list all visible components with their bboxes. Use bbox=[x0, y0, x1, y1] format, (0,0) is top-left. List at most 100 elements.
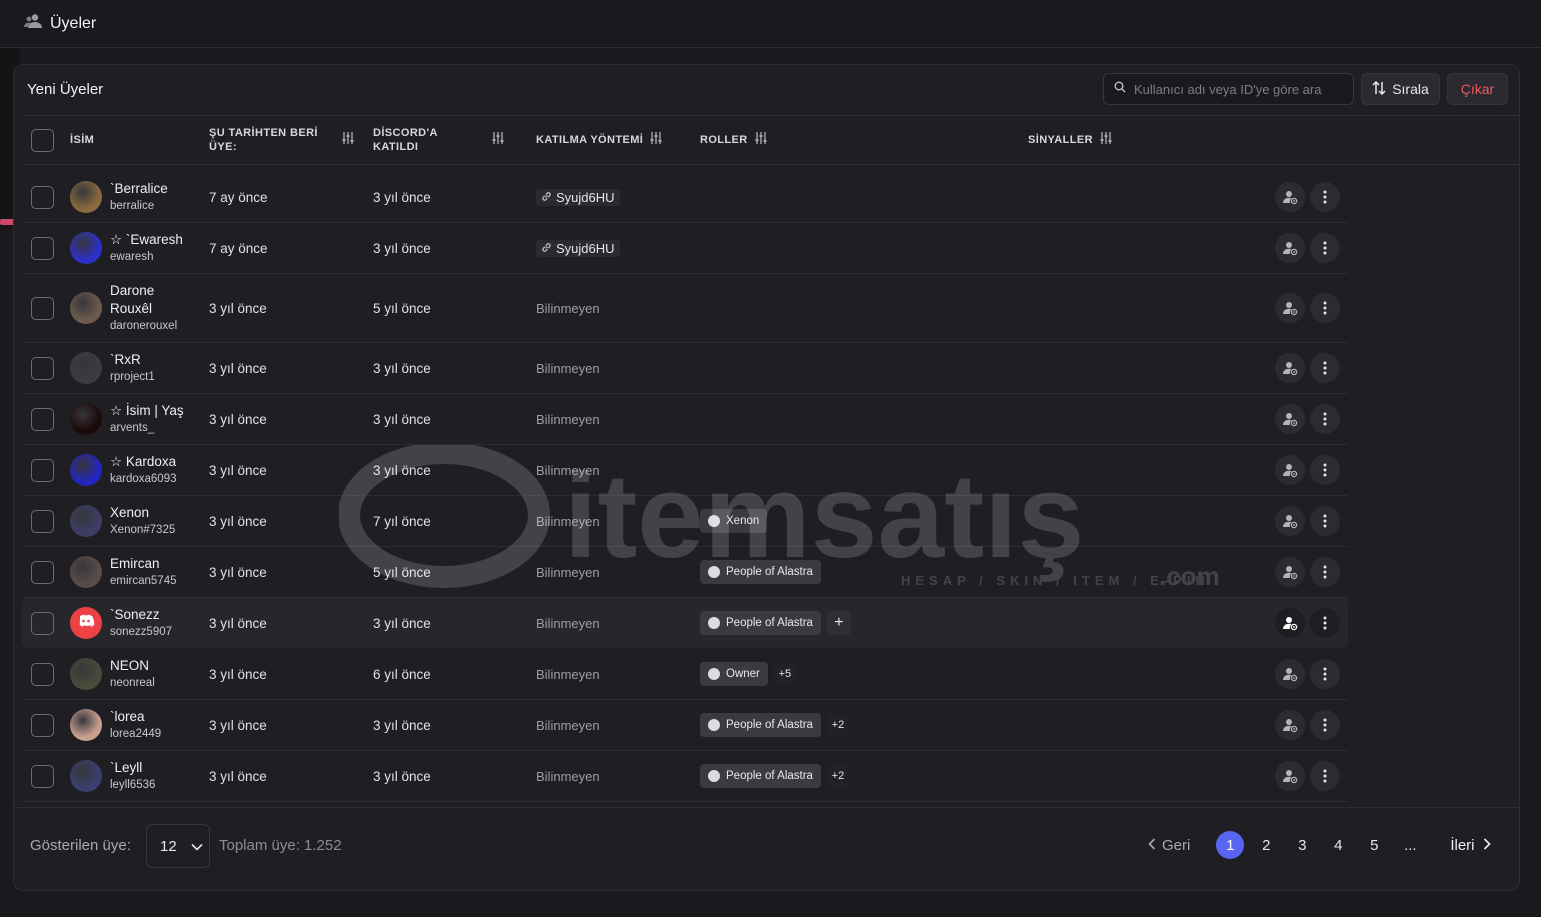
user-settings-icon[interactable] bbox=[1275, 659, 1305, 689]
user-settings-icon[interactable] bbox=[1275, 557, 1305, 587]
user-settings-icon[interactable] bbox=[1275, 293, 1305, 323]
kebab-menu-icon[interactable] bbox=[1310, 404, 1340, 434]
invite-code[interactable]: Syujd6HU bbox=[536, 239, 620, 257]
role-badge[interactable]: People of Alastra bbox=[700, 764, 821, 788]
row-checkbox[interactable] bbox=[31, 713, 54, 737]
row-checkbox[interactable] bbox=[31, 356, 54, 380]
member-display-name[interactable]: Emircan bbox=[110, 555, 160, 573]
kebab-menu-icon[interactable] bbox=[1310, 233, 1340, 263]
table-row[interactable]: Emircan emircan5745 3 yıl önce 5 yıl önce Bi… bbox=[22, 547, 1348, 598]
user-settings-icon[interactable] bbox=[1275, 455, 1305, 485]
page-button[interactable]: 4 bbox=[1324, 831, 1352, 859]
row-checkbox[interactable] bbox=[31, 560, 54, 584]
member-display-name[interactable]: `lorea bbox=[110, 708, 145, 726]
kebab-menu-icon[interactable] bbox=[1310, 761, 1340, 791]
kebab-menu-icon[interactable] bbox=[1310, 557, 1340, 587]
sliders-icon[interactable] bbox=[491, 131, 505, 149]
select-all-checkbox[interactable] bbox=[31, 128, 54, 152]
avatar[interactable] bbox=[70, 505, 102, 537]
table-row[interactable]: ☆ `Ewaresh ewaresh 7 ay önce 3 yıl önce Syuj… bbox=[22, 223, 1348, 274]
table-row[interactable]: `Leyll leyll6536 3 yıl önce 3 yıl önce Bilin… bbox=[22, 751, 1348, 802]
page-button[interactable]: 5 bbox=[1360, 831, 1388, 859]
more-roles-count[interactable]: +5 bbox=[773, 663, 796, 685]
sliders-icon[interactable] bbox=[649, 131, 663, 149]
user-settings-icon[interactable] bbox=[1275, 233, 1305, 263]
table-row[interactable]: `RxR rproject1 3 yıl önce 3 yıl önce Bilinme… bbox=[22, 343, 1348, 394]
member-display-name[interactable]: ☆ `Ewaresh bbox=[110, 231, 183, 249]
sliders-icon[interactable] bbox=[754, 131, 768, 149]
invite-code[interactable]: Syujd6HU bbox=[536, 188, 620, 206]
user-settings-icon[interactable] bbox=[1275, 506, 1305, 536]
more-roles-count[interactable]: +2 bbox=[826, 714, 849, 736]
role-badge[interactable]: People of Alastra bbox=[700, 560, 821, 584]
avatar[interactable] bbox=[70, 709, 102, 741]
avatar[interactable] bbox=[70, 403, 102, 435]
table-row[interactable]: `Berralice berralice 7 ay önce 3 yıl önce Sy… bbox=[22, 172, 1348, 223]
user-settings-icon[interactable] bbox=[1275, 608, 1305, 638]
sliders-icon[interactable] bbox=[341, 131, 355, 149]
user-settings-icon[interactable] bbox=[1275, 353, 1305, 383]
col-joined-discord[interactable]: DİSCORD'A KATILDI bbox=[373, 116, 505, 164]
row-checkbox[interactable] bbox=[31, 236, 54, 260]
next-page-button[interactable]: İleri bbox=[1450, 837, 1491, 854]
member-display-name[interactable]: `Berralice bbox=[110, 180, 168, 198]
kebab-menu-icon[interactable] bbox=[1310, 659, 1340, 689]
user-settings-icon[interactable] bbox=[1275, 761, 1305, 791]
avatar[interactable] bbox=[70, 658, 102, 690]
member-display-name[interactable]: Xenon bbox=[110, 504, 149, 522]
col-join-method[interactable]: KATILMA YÖNTEMİ bbox=[536, 116, 663, 164]
page-button[interactable]: 3 bbox=[1288, 831, 1316, 859]
member-display-name[interactable]: `Sonezz bbox=[110, 606, 160, 624]
role-badge[interactable]: Xenon bbox=[700, 509, 768, 533]
kebab-menu-icon[interactable] bbox=[1310, 710, 1340, 740]
kebab-menu-icon[interactable] bbox=[1310, 608, 1340, 638]
row-checkbox[interactable] bbox=[31, 296, 54, 320]
kebab-menu-icon[interactable] bbox=[1310, 506, 1340, 536]
avatar[interactable] bbox=[70, 292, 102, 324]
remove-button[interactable]: Çıkar bbox=[1447, 73, 1508, 105]
avatar[interactable] bbox=[70, 232, 102, 264]
row-checkbox[interactable] bbox=[31, 458, 54, 482]
search-input[interactable] bbox=[1134, 81, 1344, 97]
more-roles-count[interactable]: +2 bbox=[826, 765, 849, 787]
table-row[interactable]: NEON neonreal 3 yıl önce 6 yıl önce Bilinmey… bbox=[22, 649, 1348, 700]
table-row[interactable]: Xenon Xenon#7325 3 yıl önce 7 yıl önce Bilin… bbox=[22, 496, 1348, 547]
table-row[interactable]: ☆ İsim | Yaş arvents_ 3 yıl önce 3 yıl önce… bbox=[22, 394, 1348, 445]
user-settings-icon[interactable] bbox=[1275, 710, 1305, 740]
user-settings-icon[interactable] bbox=[1275, 404, 1305, 434]
avatar[interactable] bbox=[70, 607, 102, 639]
role-badge[interactable]: People of Alastra bbox=[700, 611, 821, 635]
kebab-menu-icon[interactable] bbox=[1310, 455, 1340, 485]
kebab-menu-icon[interactable] bbox=[1310, 182, 1340, 212]
table-row[interactable]: ☆ Kardoxa kardoxa6093 3 yıl önce 3 yıl önce… bbox=[22, 445, 1348, 496]
row-checkbox[interactable] bbox=[31, 764, 54, 788]
table-row[interactable]: `lorea lorea2449 3 yıl önce 3 yıl önce Bilin… bbox=[22, 700, 1348, 751]
row-checkbox[interactable] bbox=[31, 407, 54, 431]
member-display-name[interactable]: NEON bbox=[110, 657, 149, 675]
row-checkbox[interactable] bbox=[31, 509, 54, 533]
add-role-button[interactable]: + bbox=[826, 611, 851, 635]
avatar[interactable] bbox=[70, 556, 102, 588]
col-signals[interactable]: SİNYALLER bbox=[1028, 116, 1113, 164]
sort-button[interactable]: Sırala bbox=[1361, 73, 1440, 105]
member-display-name[interactable]: `RxR bbox=[110, 351, 141, 369]
row-checkbox[interactable] bbox=[31, 662, 54, 686]
avatar[interactable] bbox=[70, 352, 102, 384]
member-display-name[interactable]: ☆ Kardoxa bbox=[110, 453, 176, 471]
page-button[interactable]: 2 bbox=[1252, 831, 1280, 859]
col-roles[interactable]: ROLLER bbox=[700, 116, 768, 164]
member-display-name[interactable]: `Leyll bbox=[110, 759, 142, 777]
prev-page-button[interactable]: Geri bbox=[1148, 837, 1190, 854]
row-checkbox[interactable] bbox=[31, 611, 54, 635]
avatar[interactable] bbox=[70, 760, 102, 792]
role-badge[interactable]: People of Alastra bbox=[700, 713, 821, 737]
role-badge[interactable]: Owner bbox=[700, 662, 768, 686]
page-size-select[interactable]: 12 bbox=[146, 824, 210, 868]
sliders-icon[interactable] bbox=[1099, 131, 1113, 149]
user-settings-icon[interactable] bbox=[1275, 182, 1305, 212]
row-checkbox[interactable] bbox=[31, 185, 54, 209]
kebab-menu-icon[interactable] bbox=[1310, 353, 1340, 383]
avatar[interactable] bbox=[70, 454, 102, 486]
avatar[interactable] bbox=[70, 181, 102, 213]
member-display-name[interactable]: ☆ İsim | Yaş bbox=[110, 402, 184, 420]
